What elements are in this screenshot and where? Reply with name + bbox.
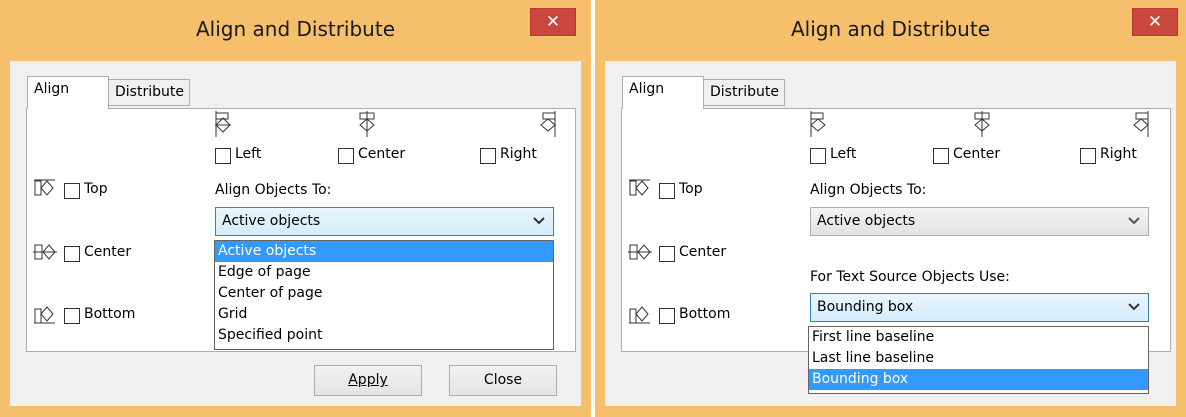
dialog-title: Align and Distribute — [195, 17, 396, 41]
align-objects-to-dropdown: Active objects Edge of page Center of pa… — [214, 240, 554, 350]
dropdown-option[interactable]: Edge of page — [215, 262, 553, 283]
align-center-horizontal-icon — [974, 111, 990, 137]
right-checkbox[interactable] — [1080, 148, 1096, 164]
dialog-client-area: Align Distribute Left Center Right Top C… — [10, 61, 581, 406]
text-source-label: For Text Source Objects Use: — [810, 269, 1010, 285]
right-checkbox-label: Right — [1100, 146, 1137, 162]
bottom-checkbox-label: Bottom — [679, 306, 731, 322]
center-vertical-checkbox[interactable] — [659, 246, 675, 262]
align-right-icon — [1133, 111, 1149, 137]
align-objects-to-label: Align Objects To: — [810, 182, 927, 198]
left-checkbox[interactable] — [215, 148, 231, 164]
align-center-horizontal-icon — [359, 111, 375, 137]
center-vertical-checkbox-label: Center — [679, 244, 727, 260]
align-center-vertical-icon — [33, 244, 57, 260]
dropdown-option[interactable]: First line baseline — [809, 327, 1148, 348]
align-right-icon — [540, 111, 556, 137]
tab-distribute[interactable]: Distribute — [703, 79, 785, 106]
align-left-icon — [810, 111, 826, 137]
close-window-button[interactable]: ✕ — [1132, 8, 1178, 36]
top-checkbox[interactable] — [659, 183, 675, 199]
top-checkbox-label: Top — [84, 181, 108, 197]
left-checkbox[interactable] — [810, 148, 826, 164]
align-center-vertical-icon — [628, 244, 652, 260]
center-horizontal-checkbox[interactable] — [338, 148, 354, 164]
center-vertical-checkbox[interactable] — [64, 246, 80, 262]
text-source-select[interactable]: Bounding box — [810, 293, 1149, 322]
chevron-down-icon — [533, 217, 545, 225]
apply-button-label: Apply — [348, 372, 388, 388]
align-objects-to-select[interactable]: Active objects — [810, 207, 1149, 236]
title-bar[interactable]: Align and Distribute ✕ — [0, 0, 591, 62]
align-bottom-icon — [34, 306, 55, 324]
dialog-title: Align and Distribute — [790, 17, 991, 41]
center-horizontal-checkbox-label: Center — [953, 146, 1001, 162]
center-vertical-checkbox-label: Center — [84, 244, 132, 260]
tab-align[interactable]: Align — [27, 76, 109, 109]
align-objects-to-label: Align Objects To: — [215, 182, 332, 198]
align-left-icon — [214, 111, 232, 137]
bottom-checkbox[interactable] — [64, 308, 80, 324]
top-checkbox[interactable] — [64, 183, 80, 199]
apply-button[interactable]: Apply — [314, 365, 422, 396]
close-window-button[interactable]: ✕ — [530, 8, 576, 36]
center-horizontal-checkbox-label: Center — [358, 146, 406, 162]
align-distribute-dialog-left: Align and Distribute ✕ Align Distribute … — [0, 0, 591, 417]
align-bottom-icon — [629, 306, 650, 324]
top-checkbox-label: Top — [679, 181, 703, 197]
align-top-icon — [629, 179, 650, 196]
right-checkbox[interactable] — [480, 148, 496, 164]
align-tab-panel: Left Center Right Top Center Bottom Alig… — [621, 108, 1171, 352]
dropdown-option[interactable]: Specified point — [215, 325, 553, 346]
align-objects-to-value: Active objects — [817, 213, 916, 229]
align-objects-to-select[interactable]: Active objects — [215, 207, 554, 236]
dropdown-option[interactable]: Last line baseline — [809, 348, 1148, 369]
text-source-dropdown: First line baseline Last line baseline B… — [808, 326, 1149, 394]
dialog-client-area: Align Distribute Left Center Right Top C… — [605, 61, 1176, 406]
close-button[interactable]: Close — [449, 365, 557, 396]
chevron-down-icon — [1128, 217, 1140, 225]
dropdown-option[interactable]: Grid — [215, 304, 553, 325]
chevron-down-icon — [1128, 303, 1140, 311]
left-checkbox-label: Left — [830, 146, 857, 162]
right-checkbox-label: Right — [500, 146, 537, 162]
align-top-icon — [34, 179, 55, 196]
tab-distribute[interactable]: Distribute — [108, 79, 190, 106]
dropdown-option[interactable]: Center of page — [215, 283, 553, 304]
dropdown-option[interactable]: Bounding box — [809, 369, 1148, 390]
tab-align[interactable]: Align — [622, 76, 704, 109]
text-source-value: Bounding box — [817, 299, 914, 315]
title-bar[interactable]: Align and Distribute ✕ — [595, 0, 1186, 62]
left-checkbox-label: Left — [235, 146, 262, 162]
align-objects-to-value: Active objects — [222, 213, 321, 229]
bottom-checkbox[interactable] — [659, 308, 675, 324]
align-distribute-dialog-right: Align and Distribute ✕ Align Distribute … — [595, 0, 1186, 417]
dropdown-option[interactable]: Active objects — [215, 241, 553, 262]
center-horizontal-checkbox[interactable] — [933, 148, 949, 164]
bottom-checkbox-label: Bottom — [84, 306, 136, 322]
